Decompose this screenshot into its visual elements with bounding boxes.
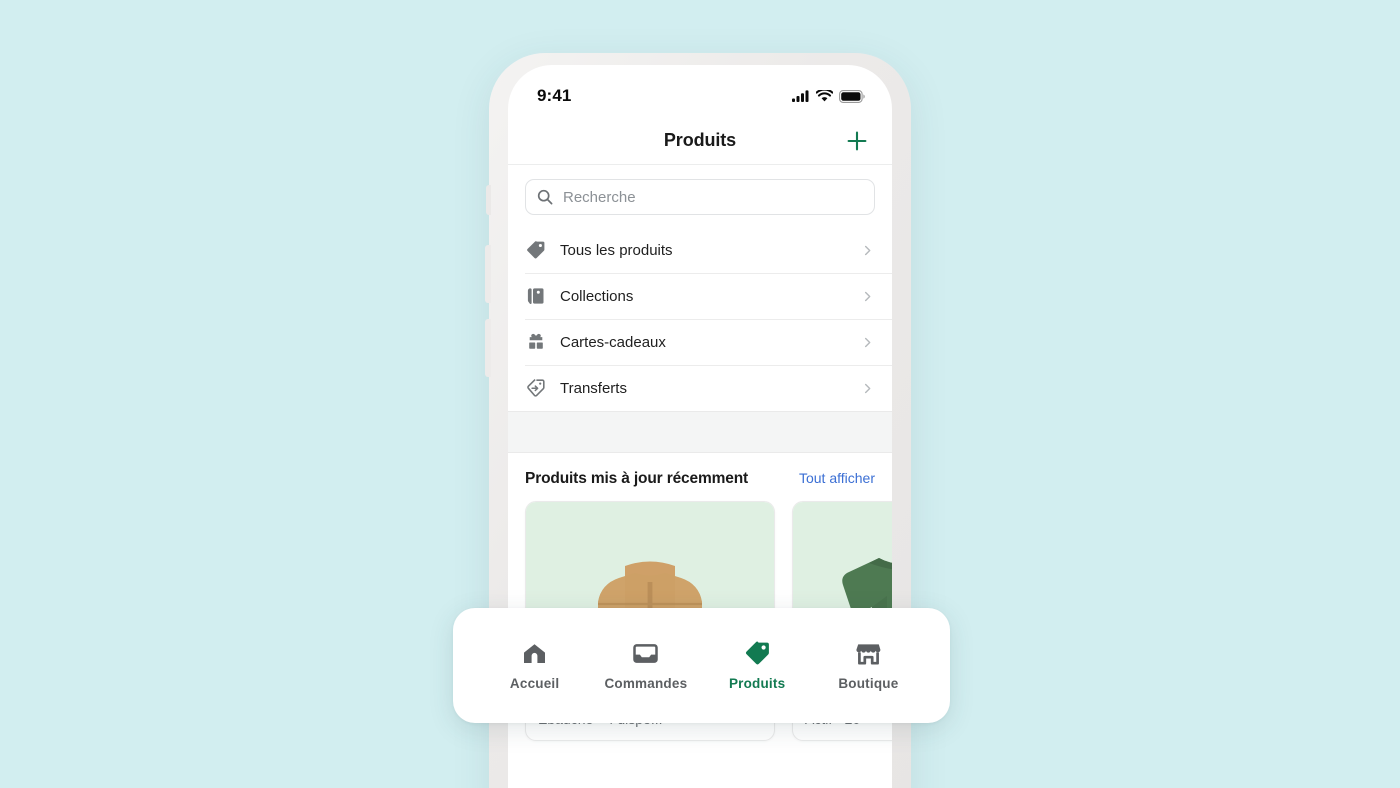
volume-down-button[interactable]	[485, 319, 491, 377]
search-input[interactable]: Recherche	[525, 179, 875, 215]
menu-item-collections[interactable]: Collections	[508, 273, 892, 319]
section-title: Produits mis à jour récemment	[525, 470, 749, 487]
bottom-tab-bar: Accueil Commandes Produits Boutique	[453, 608, 950, 723]
tag-icon	[525, 240, 546, 261]
collection-icon	[525, 286, 546, 307]
tab-label: Produits	[728, 676, 786, 691]
page-title: Produits	[663, 130, 737, 150]
cellular-signal-icon	[792, 90, 809, 102]
status-bar: 9:41	[508, 65, 892, 117]
volume-up-button[interactable]	[485, 245, 491, 303]
menu-item-label: Tous les produits	[560, 241, 673, 259]
menu-item-label: Collections	[560, 287, 634, 305]
battery-icon	[839, 89, 865, 103]
view-all-link[interactable]: Tout afficher	[799, 470, 875, 486]
status-bar-icons	[792, 89, 865, 103]
menu-item-tous-les-produits[interactable]: Tous les produits	[508, 227, 892, 273]
chevron-right-icon	[864, 245, 871, 255]
inbox-icon	[632, 640, 659, 667]
transfer-icon	[525, 378, 546, 399]
tab-produits[interactable]: Produits	[702, 640, 813, 691]
add-product-button[interactable]	[844, 128, 870, 154]
tag-icon	[744, 640, 771, 667]
screenshot-stage: 9:41 Produits Recherche Tous les produit…	[0, 0, 1400, 788]
search-placeholder: Recherche	[563, 188, 636, 206]
gift-card-icon	[525, 332, 546, 353]
product-menu-list: Tous les produits Collections Cartes-cad…	[508, 227, 892, 411]
menu-item-transferts[interactable]: Transferts	[508, 365, 892, 411]
menu-item-label: Cartes-cadeaux	[560, 333, 666, 351]
status-bar-time: 9:41	[537, 86, 572, 105]
chevron-right-icon	[864, 383, 871, 393]
wifi-icon	[816, 90, 833, 102]
menu-item-label: Transferts	[560, 379, 627, 397]
tab-commandes[interactable]: Commandes	[590, 640, 701, 691]
tab-label: Boutique	[838, 676, 899, 691]
recent-products-header: Produits mis à jour récemment Tout affic…	[508, 453, 892, 488]
silence-switch[interactable]	[486, 185, 491, 215]
section-spacer	[508, 411, 892, 453]
home-icon	[521, 640, 548, 667]
chevron-right-icon	[864, 337, 871, 347]
search-icon	[537, 189, 553, 205]
store-icon	[855, 640, 882, 667]
tab-label: Accueil	[509, 676, 560, 691]
plus-icon	[847, 131, 867, 150]
chevron-right-icon	[864, 291, 871, 301]
nav-header: Produits	[508, 117, 892, 165]
menu-item-cartes-cadeaux[interactable]: Cartes-cadeaux	[508, 319, 892, 365]
tab-boutique[interactable]: Boutique	[813, 640, 924, 691]
tab-accueil[interactable]: Accueil	[479, 640, 590, 691]
search-section: Recherche	[508, 165, 892, 227]
tab-label: Commandes	[604, 676, 688, 691]
